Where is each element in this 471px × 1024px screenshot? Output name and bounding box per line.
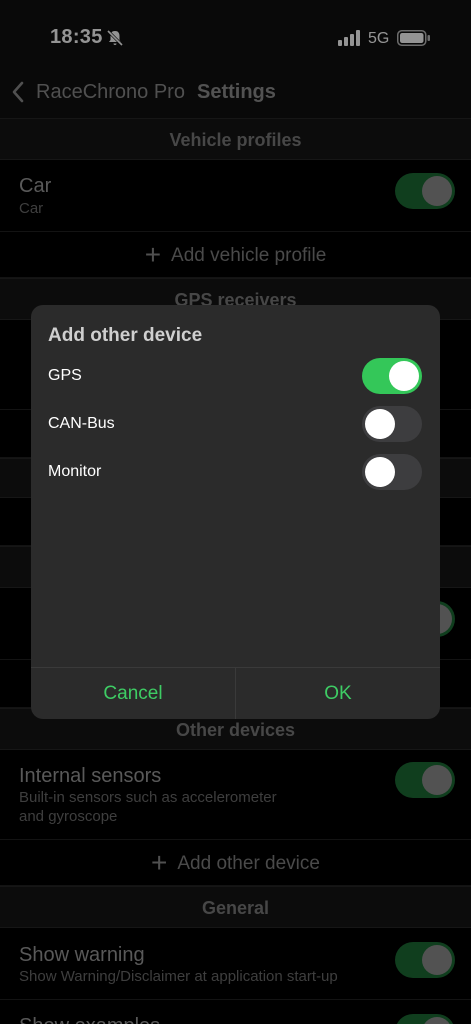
option-label-gps: GPS — [48, 367, 82, 384]
add-other-device-dialog: Add other device GPS CAN-Bus Monitor Can… — [31, 305, 440, 719]
toggle-knob — [365, 457, 395, 487]
cancel-button[interactable]: Cancel — [31, 668, 235, 719]
toggle-knob — [389, 361, 419, 391]
option-label-can-bus: CAN-Bus — [48, 415, 115, 432]
dialog-title: Add other device — [48, 325, 203, 346]
gps-toggle[interactable] — [362, 358, 422, 394]
can-bus-toggle[interactable] — [362, 406, 422, 442]
ok-button[interactable]: OK — [236, 668, 440, 719]
settings-screen: 18:35 5G RaceChrono Pro Settings Vehicle… — [0, 0, 471, 1024]
dialog-footer: Cancel OK — [31, 667, 440, 719]
toggle-knob — [365, 409, 395, 439]
option-label-monitor: Monitor — [48, 463, 102, 480]
monitor-toggle[interactable] — [362, 454, 422, 490]
